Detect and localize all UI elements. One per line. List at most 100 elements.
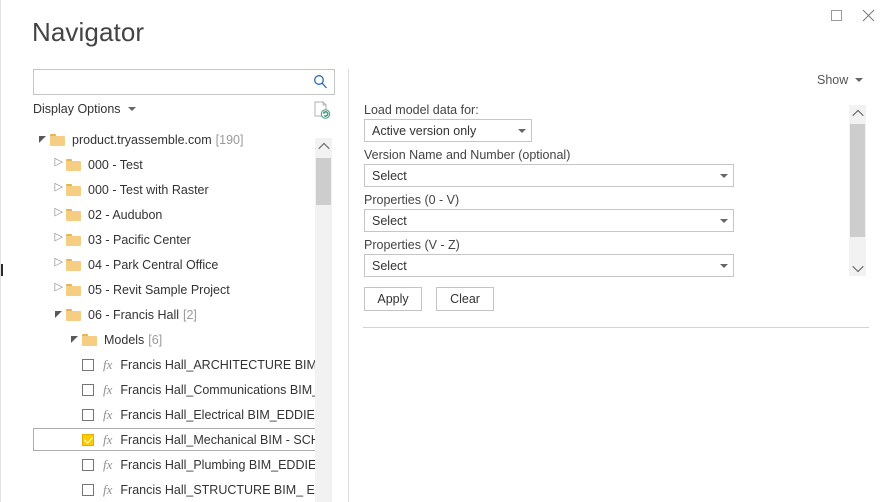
close-button[interactable] (853, 3, 880, 27)
tree-folder-row[interactable]: 000 - Test with Raster (33, 177, 315, 202)
tree-row-content: Models [6] (33, 328, 168, 351)
folder-icon (66, 208, 81, 221)
display-options-menu[interactable]: Display Options (33, 102, 136, 116)
page-title: Navigator (32, 17, 145, 47)
tree-folder-row[interactable]: 000 - Test (33, 152, 315, 177)
refresh-document-icon[interactable] (311, 100, 331, 120)
folder-icon (66, 308, 81, 321)
tree-row-label: 000 - Test (88, 157, 143, 172)
tree-folder-row[interactable]: 03 - Pacific Center (33, 227, 315, 252)
folder-icon (66, 183, 81, 196)
checkbox-checked[interactable] (82, 433, 94, 446)
version-name-and-number-dropdown[interactable]: Select (364, 164, 734, 187)
version-name-and-number-value: Select (372, 168, 407, 183)
tree-row-count: [190] (215, 132, 244, 147)
apply-button[interactable]: Apply (364, 287, 422, 311)
tree-expand-toggle[interactable] (50, 182, 66, 194)
navigator-dialog: Navigator Display Options product.tryass… (0, 0, 880, 502)
search-box[interactable] (33, 69, 335, 96)
checkbox-unchecked[interactable] (82, 358, 94, 371)
tree-item-row[interactable]: fx Francis Hall_Electrical BIM_EDDIE (33, 402, 315, 427)
model-tree[interactable]: product.tryassemble.com[190] 000 - Test 00… (33, 127, 315, 502)
tree-expand-toggle[interactable] (50, 311, 66, 318)
search-icon[interactable] (313, 74, 328, 94)
checkbox-unchecked[interactable] (82, 408, 94, 421)
tree-item-row[interactable]: fx Francis Hall_STRUCTURE BIM_ EDDIE (33, 477, 315, 502)
function-fx-icon: fx (103, 381, 113, 397)
show-menu-label: Show (817, 73, 849, 87)
right-scrollbar-thumb[interactable] (850, 124, 865, 237)
right-scroll-up-button[interactable] (849, 105, 866, 122)
tree-row-content: product.tryassemble.com [190] (33, 128, 249, 151)
tree-item-row[interactable]: fx Francis Hall_Communications BIM_E... (33, 377, 315, 402)
window-edge-marker (1, 264, 3, 276)
folder-icon (66, 283, 81, 296)
function-fx-icon: fx (103, 431, 113, 447)
maximize-button[interactable] (821, 3, 851, 27)
function-fx-icon: fx (103, 481, 113, 497)
tree-item-row[interactable]: fx Francis Hall_Plumbing BIM_EDDIE (33, 452, 315, 477)
chevron-down-icon (851, 260, 864, 272)
tree-expand-toggle[interactable] (50, 232, 66, 244)
tree-folder-row[interactable]: 02 - Audubon (33, 202, 315, 227)
tree-row-content: 000 - Test with Raster (33, 178, 215, 201)
load-model-data-for-dropdown[interactable]: Active version only (364, 119, 532, 142)
folder-icon (66, 158, 81, 171)
chevron-down-icon (513, 128, 531, 133)
tree-expand-toggle[interactable] (50, 157, 66, 169)
version-name-and-number-label: Version Name and Number (optional) (364, 148, 571, 162)
properties-0-v-value: Select (372, 213, 407, 228)
checkbox-unchecked[interactable] (82, 458, 94, 471)
tree-row-label: Francis Hall_STRUCTURE BIM_ EDDIE (120, 482, 315, 497)
tree-item-row[interactable]: fx Francis Hall_ARCHITECTURE BIM_20... (33, 352, 315, 377)
tree-folder-row[interactable]: 06 - Francis Hall [2] (33, 302, 315, 327)
close-icon (862, 9, 874, 21)
tree-folder-row[interactable]: 04 - Park Central Office (33, 252, 315, 277)
clear-button[interactable]: Clear (436, 287, 494, 311)
properties-0-v-dropdown[interactable]: Select (364, 209, 734, 232)
checkbox-unchecked[interactable] (82, 483, 94, 496)
title-bar: Navigator (1, 0, 880, 60)
right-scroll-down-button[interactable] (849, 259, 866, 276)
load-model-data-for-label: Load model data for: (364, 103, 479, 117)
tree-expand-toggle[interactable] (34, 136, 50, 143)
tree-row-content: fx Francis Hall_Mechanical BIM - SCHE... (33, 428, 315, 451)
tree-expand-toggle[interactable] (66, 336, 82, 343)
triangle-collapsed-icon (54, 157, 63, 169)
tree-scrollbar-thumb[interactable] (316, 158, 331, 205)
tree-row-content: 02 - Audubon (33, 203, 168, 226)
chevron-down-icon (855, 78, 864, 82)
properties-v-z-dropdown[interactable]: Select (364, 254, 734, 277)
section-divider (363, 327, 869, 328)
folder-icon (66, 258, 81, 271)
tree-row-content: 06 - Francis Hall [2] (33, 303, 203, 326)
tree-folder-row[interactable]: Models [6] (33, 327, 315, 352)
tree-row-label: 02 - Audubon (88, 207, 163, 222)
tree-row-label: 06 - Francis Hall (88, 307, 179, 322)
tree-row-content: fx Francis Hall_Electrical BIM_EDDIE (33, 403, 315, 426)
tree-row-content: 000 - Test (33, 153, 149, 176)
tree-folder-row[interactable]: 05 - Revit Sample Project (33, 277, 315, 302)
tree-row-label: Francis Hall_Electrical BIM_EDDIE (120, 407, 315, 422)
tree-row-label: Models (104, 332, 145, 347)
tree-item-row[interactable]: fx Francis Hall_Mechanical BIM - SCHE... (33, 427, 315, 452)
display-options-label: Display Options (33, 102, 121, 116)
folder-icon (66, 233, 81, 246)
chevron-down-icon (715, 173, 733, 178)
chevron-down-icon (127, 107, 136, 111)
tree-scrollbar[interactable] (315, 138, 332, 502)
tree-expand-toggle[interactable] (50, 257, 66, 269)
tree-expand-toggle[interactable] (50, 282, 66, 294)
function-fx-icon: fx (103, 406, 113, 422)
tree-folder-row[interactable]: product.tryassemble.com [190] (33, 127, 315, 152)
search-input[interactable] (40, 70, 314, 96)
tree-row-count: [6] (148, 332, 163, 347)
tree-scroll-up-button[interactable] (315, 138, 332, 155)
right-pane-scrollbar[interactable] (849, 105, 866, 276)
show-menu[interactable]: Show (817, 73, 864, 87)
tree-row-label: Francis Hall_Mechanical BIM - SCHE... (120, 432, 315, 447)
maximize-icon (830, 9, 842, 21)
tree-expand-toggle[interactable] (50, 207, 66, 219)
checkbox-unchecked[interactable] (82, 383, 94, 396)
tree-row-content: 05 - Revit Sample Project (33, 278, 236, 301)
